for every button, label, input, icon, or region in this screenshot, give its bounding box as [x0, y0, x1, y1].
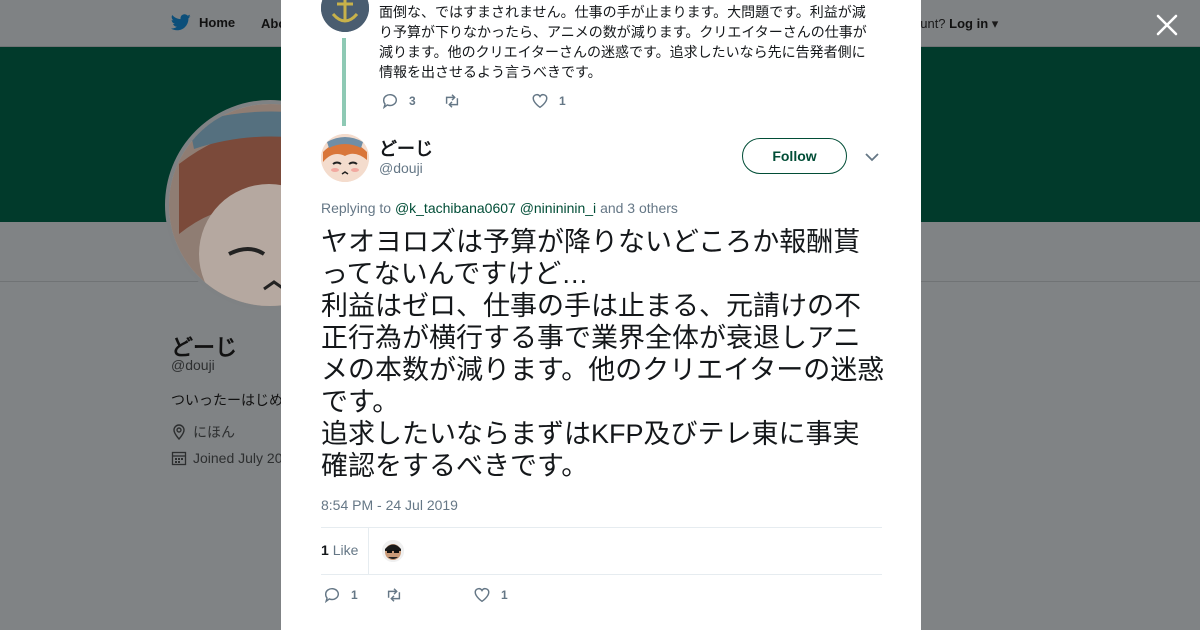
- tweet-timestamp[interactable]: 8:54 PM - 24 Jul 2019: [321, 497, 458, 513]
- like-count: 1: [559, 94, 566, 108]
- tweet-text: ヤオヨロズは予算が降りないどころか報酬貰ってないんですけど… 利益はゼロ、仕事の…: [321, 227, 885, 481]
- heart-icon: [474, 587, 490, 603]
- calendar-icon: [171, 451, 187, 466]
- likes-stat-label: Like: [332, 542, 359, 558]
- retweet-icon: [387, 588, 401, 602]
- author-handle[interactable]: @douji: [379, 160, 423, 176]
- stats-divider: [368, 528, 369, 574]
- profile-handle: @douji: [171, 357, 215, 373]
- heart-icon: [532, 93, 548, 109]
- parent-tweet-actions: 3 1: [381, 92, 593, 110]
- reply-count: 1: [351, 588, 358, 602]
- parent-tweet-text: 面倒な、ではすまされません。仕事の手が止まります。大問題です。利益が減り予算が下…: [379, 4, 867, 80]
- tweet-stats: 1 Like: [321, 527, 882, 575]
- retweet-icon: [445, 94, 459, 108]
- parent-tweet[interactable]: 面倒な、ではすまされません。仕事の手が止まります。大問題です。利益が減り予算が下…: [281, 0, 921, 130]
- retweet-button[interactable]: [443, 92, 483, 110]
- chevron-down-icon: [865, 153, 879, 162]
- close-icon: [1156, 14, 1178, 36]
- tweet-actions: 1 1: [323, 586, 535, 604]
- nav-home-label: Home: [199, 15, 236, 30]
- twitter-bird-icon: [171, 14, 191, 31]
- tweet-modal: 面倒な、ではすまされません。仕事の手が止まります。大問題です。利益が減り予算が下…: [281, 0, 921, 630]
- profile-joined: Joined July 20: [171, 450, 283, 466]
- reply-count: 3: [409, 94, 416, 108]
- chevron-down-icon: ▾: [991, 16, 999, 31]
- reply-icon: [382, 93, 397, 110]
- author-avatar[interactable]: [321, 134, 369, 182]
- joined-text: Joined July 20: [193, 450, 283, 466]
- like-button[interactable]: 1: [531, 92, 571, 110]
- replying-suffix: and 3 others: [600, 200, 678, 216]
- reply-button[interactable]: 3: [381, 92, 421, 110]
- reply-user-link[interactable]: @ninininin_i: [520, 200, 596, 216]
- location-pin-icon: [173, 424, 185, 440]
- like-count: 1: [501, 588, 508, 602]
- retweet-button[interactable]: [385, 586, 425, 604]
- profile-location: にほん: [171, 422, 235, 442]
- likes-stat[interactable]: 1 Like: [321, 542, 358, 558]
- thread-connector-line: [342, 38, 346, 126]
- parent-tweet-avatar[interactable]: [321, 0, 369, 32]
- author-name[interactable]: どーじ: [379, 135, 433, 161]
- like-button[interactable]: 1: [473, 586, 513, 604]
- tweet-menu-button[interactable]: [863, 150, 881, 164]
- liker-avatar[interactable]: [382, 540, 404, 562]
- likes-stat-count: 1: [321, 542, 329, 558]
- nav-home-link[interactable]: Home: [171, 14, 235, 31]
- login-link[interactable]: Log in: [949, 16, 988, 31]
- close-modal-button[interactable]: [1154, 12, 1180, 38]
- replying-prefix: Replying to: [321, 200, 392, 216]
- reply-user-link[interactable]: @k_tachibana0607: [395, 200, 516, 216]
- location-text: にほん: [193, 424, 235, 440]
- follow-button[interactable]: Follow: [742, 138, 847, 174]
- replying-to: Replying to @k_tachibana0607 @ninininin_…: [321, 200, 678, 216]
- tweet-author-header: どーじ @douji Follow: [321, 134, 881, 184]
- profile-bio: ついったーはじめ: [171, 392, 283, 408]
- reply-button[interactable]: 1: [323, 586, 363, 604]
- reply-icon: [324, 587, 339, 604]
